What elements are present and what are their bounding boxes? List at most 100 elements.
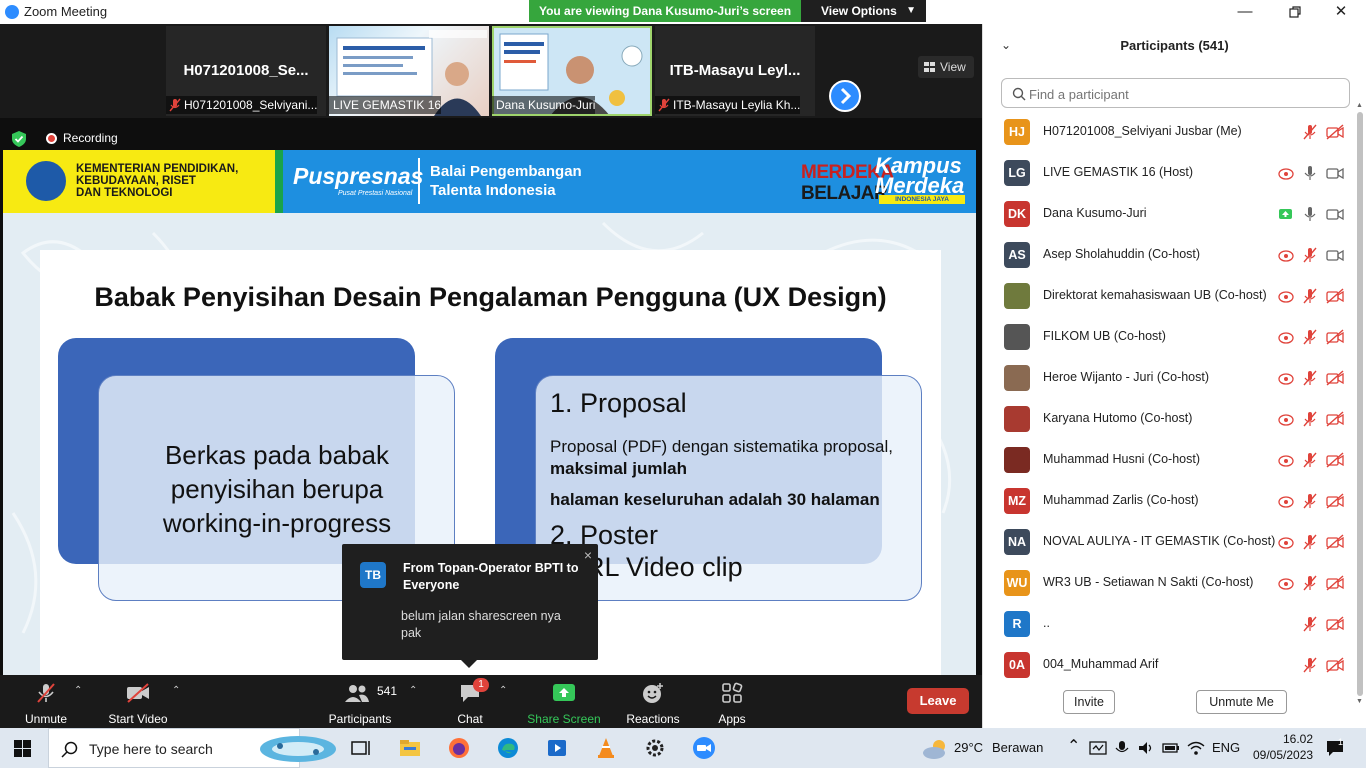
scrollbar-thumb[interactable] bbox=[1357, 112, 1363, 696]
mic-muted-icon[interactable] bbox=[1301, 411, 1319, 427]
media-player-icon[interactable] bbox=[545, 736, 569, 760]
zoom-app-icon[interactable] bbox=[692, 736, 716, 760]
chevron-up-icon[interactable]: ⌃ bbox=[74, 685, 82, 696]
language-indicator[interactable]: ENG bbox=[1212, 740, 1240, 755]
minimize-button[interactable]: — bbox=[1235, 2, 1255, 22]
task-manager-icon[interactable] bbox=[1089, 740, 1107, 756]
view-options-button[interactable]: View Options ▼ bbox=[801, 0, 926, 22]
wifi-icon[interactable] bbox=[1187, 740, 1205, 756]
leave-button[interactable]: Leave bbox=[907, 688, 969, 714]
mic-muted-icon[interactable] bbox=[1301, 575, 1319, 591]
video-off-icon[interactable] bbox=[1326, 288, 1344, 304]
participant-search[interactable] bbox=[1001, 78, 1350, 108]
battery-icon[interactable] bbox=[1162, 740, 1180, 756]
restore-button[interactable] bbox=[1285, 2, 1305, 22]
weather-cloud-icon[interactable] bbox=[921, 738, 949, 760]
video-off-icon[interactable] bbox=[1326, 411, 1344, 427]
mic-icon[interactable] bbox=[1301, 165, 1319, 181]
unmute-me-button[interactable]: Unmute Me bbox=[1196, 690, 1287, 714]
participant-avatar: LG bbox=[1004, 160, 1030, 186]
scroll-up-icon[interactable]: ▲ bbox=[1356, 102, 1363, 109]
edge-icon[interactable] bbox=[496, 736, 520, 760]
mic-muted-icon[interactable] bbox=[1301, 493, 1319, 509]
participant-row[interactable]: NA NOVAL AULIYA - IT GEMASTIK (Co-host) bbox=[983, 524, 1359, 565]
participant-avatar: DK bbox=[1004, 201, 1030, 227]
shield-check-icon[interactable] bbox=[10, 130, 28, 148]
video-icon[interactable] bbox=[1326, 247, 1344, 263]
participant-row[interactable]: DK Dana Kusumo-Juri bbox=[983, 196, 1359, 237]
participant-video-thumbnail[interactable]: LIVE GEMASTIK 16 bbox=[329, 26, 489, 116]
participant-row[interactable]: Direktorat kemahasiswaan UB (Co-host) bbox=[983, 278, 1359, 319]
participant-row[interactable]: Muhammad Husni (Co-host) bbox=[983, 442, 1359, 483]
unmute-button[interactable]: Unmute bbox=[18, 680, 74, 726]
zoom-logo-icon bbox=[5, 5, 19, 19]
invite-button[interactable]: Invite bbox=[1063, 690, 1115, 714]
restore-icon bbox=[1289, 6, 1301, 18]
mic-muted-icon[interactable] bbox=[1301, 452, 1319, 468]
video-icon[interactable] bbox=[1326, 206, 1344, 222]
video-thumbnail-strip: H071201008_Se... H071201008_Selviyani...… bbox=[0, 24, 982, 118]
participant-avatar bbox=[1004, 365, 1030, 391]
task-view-icon[interactable] bbox=[349, 736, 373, 760]
taskbar-clock[interactable]: 16.02 09/05/2023 bbox=[1253, 731, 1313, 763]
mic-muted-icon[interactable] bbox=[1301, 616, 1319, 632]
participant-video-thumbnail-active[interactable]: Dana Kusumo-Juri bbox=[492, 26, 652, 116]
chat-notification[interactable]: TB From Topan-Operator BPTI to Everyone … bbox=[342, 544, 598, 668]
video-off-icon[interactable] bbox=[1326, 370, 1344, 386]
video-off-icon[interactable] bbox=[1326, 534, 1344, 550]
speaker-icon[interactable] bbox=[1137, 740, 1155, 756]
close-window-button[interactable]: ✕ bbox=[1331, 2, 1351, 22]
mic-muted-icon[interactable] bbox=[1301, 288, 1319, 304]
chevron-up-icon[interactable]: ⌃ bbox=[499, 685, 507, 696]
mic-muted-icon[interactable] bbox=[1301, 657, 1319, 673]
video-off-icon[interactable] bbox=[1326, 657, 1344, 673]
participant-row[interactable]: R.. bbox=[983, 606, 1359, 647]
view-layout-button[interactable]: View bbox=[918, 56, 974, 78]
smiley-icon bbox=[643, 683, 663, 703]
chevron-up-icon[interactable]: ⌃ bbox=[172, 685, 180, 696]
participant-thumbnail[interactable]: H071201008_Se... H071201008_Selviyani... bbox=[166, 26, 326, 116]
share-screen-button[interactable]: Share Screen bbox=[526, 680, 602, 726]
mic-muted-icon[interactable] bbox=[1301, 534, 1319, 550]
next-page-button[interactable] bbox=[829, 80, 861, 112]
video-off-icon[interactable] bbox=[1326, 124, 1344, 140]
participant-row[interactable]: Karyana Hutomo (Co-host) bbox=[983, 401, 1359, 442]
close-icon[interactable]: × bbox=[584, 547, 592, 563]
participant-list-scrollbar[interactable]: ▲ ▼ bbox=[1356, 102, 1363, 705]
mic-muted-icon[interactable] bbox=[1301, 247, 1319, 263]
mic-muted-icon[interactable] bbox=[1301, 370, 1319, 386]
start-video-button[interactable]: Start Video bbox=[104, 680, 172, 726]
participant-row[interactable]: AS Asep Sholahuddin (Co-host) bbox=[983, 237, 1359, 278]
windows-start-icon[interactable] bbox=[14, 740, 31, 757]
video-off-icon[interactable] bbox=[1326, 616, 1344, 632]
video-off-icon[interactable] bbox=[1326, 329, 1344, 345]
video-off-icon[interactable] bbox=[1326, 452, 1344, 468]
participant-row[interactable]: WU WR3 UB - Setiawan N Sakti (Co-host) bbox=[983, 565, 1359, 606]
chevron-up-icon[interactable]: ⌃ bbox=[1067, 736, 1080, 756]
firefox-icon[interactable] bbox=[447, 736, 471, 760]
reactions-button[interactable]: Reactions bbox=[624, 680, 682, 726]
video-icon[interactable] bbox=[1326, 165, 1344, 181]
scroll-down-icon[interactable]: ▼ bbox=[1356, 698, 1363, 705]
participant-row[interactable]: MZ Muhammad Zarlis (Co-host) bbox=[983, 483, 1359, 524]
participant-name: Dana Kusumo-Juri bbox=[1043, 206, 1147, 220]
participant-row[interactable]: HJ H071201008_Selviyani Jusbar (Me) bbox=[983, 114, 1359, 155]
chevron-up-icon[interactable]: ⌃ bbox=[409, 685, 417, 696]
microphone-icon[interactable] bbox=[1114, 740, 1130, 756]
mic-icon[interactable] bbox=[1301, 206, 1319, 222]
participant-search-input[interactable] bbox=[1029, 85, 1329, 103]
file-explorer-icon[interactable] bbox=[398, 736, 422, 760]
mic-muted-icon[interactable] bbox=[1301, 124, 1319, 140]
participant-row[interactable]: Heroe Wijanto - Juri (Co-host) bbox=[983, 360, 1359, 401]
participant-row[interactable]: LG LIVE GEMASTIK 16 (Host) bbox=[983, 155, 1359, 196]
video-off-icon[interactable] bbox=[1326, 493, 1344, 509]
participant-row[interactable]: FILKOM UB (Co-host) bbox=[983, 319, 1359, 360]
apps-button[interactable]: Apps bbox=[712, 680, 752, 726]
settings-gear-icon[interactable] bbox=[643, 736, 667, 760]
vlc-icon[interactable] bbox=[594, 736, 618, 760]
mic-muted-icon[interactable] bbox=[1301, 329, 1319, 345]
participant-row[interactable]: 0A 004_Muhammad Arif bbox=[983, 647, 1359, 688]
participant-thumbnail[interactable]: ITB-Masayu Leyl... ITB-Masayu Leylia Kh.… bbox=[655, 26, 815, 116]
video-off-icon[interactable] bbox=[1326, 575, 1344, 591]
kementerian-label: KEMENTERIAN PENDIDIKAN, KEBUDAYAAN, RISE… bbox=[76, 163, 239, 199]
